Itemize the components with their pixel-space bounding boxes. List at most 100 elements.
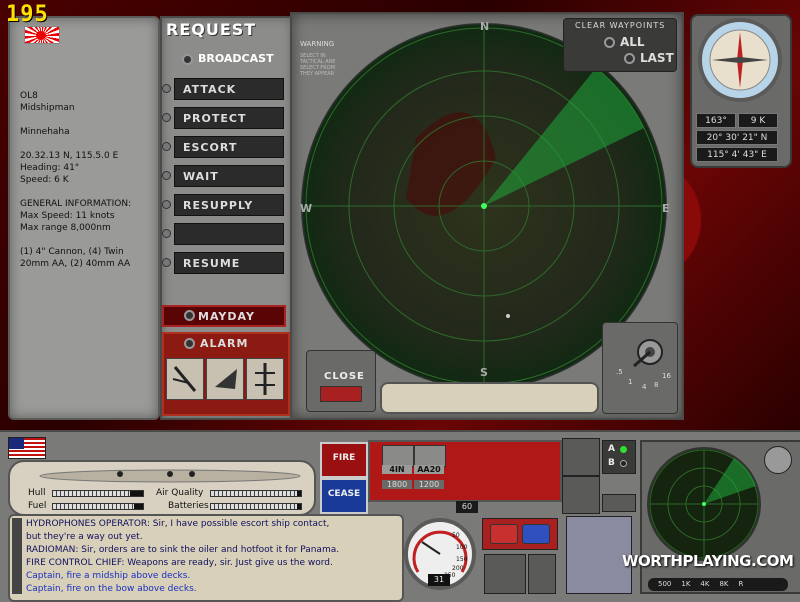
gauge-tick: 100 [456,544,468,551]
cease-fire-button[interactable]: CEASE [320,478,368,514]
air-quality-bar [210,490,302,497]
zoom-option[interactable]: R [739,578,744,591]
broadcast-label[interactable]: BROADCAST [198,52,274,65]
weapon-label: 4IN [382,465,412,474]
broadcast-radio-icon[interactable] [182,54,193,65]
log-line: but they're a way out yet. [26,532,143,542]
zoom-selector: 500 1K 4K 8K R [648,578,788,591]
screw-icon [162,113,171,122]
zoom-option[interactable]: 8K [719,578,728,591]
alarm-collision-icon[interactable] [246,358,284,400]
log-line: Captain, fire on the bow above decks. [26,584,197,594]
selector-a-indicator-icon [620,446,627,453]
aa20-gun-icon[interactable] [414,445,446,467]
fire-torpedo-forward-button[interactable] [490,524,518,544]
screw-icon [162,258,171,267]
request-title: REQUEST [166,20,257,39]
range-tick: .5 [616,368,623,376]
screw-icon [162,229,171,238]
clear-all-radio-icon[interactable] [604,37,615,48]
station-button[interactable] [562,438,600,476]
depth-arrows-button[interactable] [528,554,556,594]
cannon-4in-icon[interactable] [382,445,414,467]
compass-icon [698,18,782,102]
log-line: HYDROPHONES OPERATOR: Sir, I have possib… [26,519,330,529]
zoom-option[interactable]: 1K [681,578,690,591]
japan-flag-icon [24,26,60,44]
close-button[interactable] [320,386,362,402]
batteries-label: Batteries [168,501,209,511]
air-quality-label: Air Quality [156,488,204,498]
hull-label: Hull [28,488,46,498]
range-dial-icon[interactable] [604,326,674,410]
zoom-option[interactable]: 500 [658,578,671,591]
gauge-value: 31 [428,574,450,586]
range-tick: 4 [642,383,647,391]
log-scrollbar[interactable] [12,518,22,594]
clear-last-button[interactable]: LAST [640,51,674,65]
selector-a-label[interactable]: A [608,444,615,454]
alarm-general-quarters-icon[interactable] [166,358,204,400]
selector-b-indicator-icon [620,460,627,467]
alarm-label: ALARM [200,337,249,350]
attack-button[interactable]: ATTACK [174,78,284,100]
clear-waypoints-label: CLEAR WAYPOINTS [575,21,666,30]
screw-icon [162,200,171,209]
resupply-button[interactable]: RESUPPLY [174,194,284,216]
protect-button[interactable]: PROTECT [174,107,284,129]
alarm-dive-icon[interactable] [206,358,244,400]
station-button[interactable] [562,476,600,514]
ammo-counter: 60 [456,501,478,513]
longitude-readout: 115° 4' 43" E [696,147,778,162]
wait-button[interactable]: WAIT [174,165,284,187]
clear-last-radio-icon[interactable] [624,53,635,64]
screw-icon [162,171,171,180]
weapon-count: 1800 [382,480,412,489]
blank-button[interactable] [174,223,284,245]
mayday-button[interactable]: MAYDAY [162,305,286,327]
hull-bar [52,490,144,497]
resume-button[interactable]: RESUME [174,252,284,274]
log-line: Captain, fire a midship above decks. [26,571,191,581]
fuel-bar [52,503,144,510]
toggle-button[interactable] [602,494,636,512]
radar-west-label: W [300,202,313,215]
zoom-option[interactable]: 4K [700,578,709,591]
radar-message-bar [380,382,599,414]
clear-all-button[interactable]: ALL [620,35,645,49]
fire-button[interactable]: FIRE [320,442,368,478]
latitude-readout: 20° 30' 21" N [696,130,778,145]
gauge-tick: 200 [452,565,464,572]
selector-b-label[interactable]: B [608,458,615,468]
submarine-icon [39,469,301,483]
screw-icon [162,142,171,151]
speed-readout: 9 K [738,113,778,128]
ship-info-text: OL8 Midshipman Minnehaha 20.32.13 N, 115… [20,91,132,269]
periscope-button[interactable] [484,554,526,594]
escort-button[interactable]: ESCORT [174,136,284,158]
radar-south-label: S [480,366,488,379]
fps-counter: 195 [6,2,49,27]
radar-north-label: N [480,20,490,33]
mini-radar-knob-icon[interactable] [764,446,792,474]
alarm-radio-icon[interactable] [184,338,195,349]
fuel-label: Fuel [28,501,47,511]
log-line: RADIOMAN: Sir, orders are to sink the oi… [26,545,340,555]
gauge-tick: 150 [456,556,468,563]
watermark-text: WORTHPLAYING.COM [622,552,794,570]
range-tick: 1 [628,378,633,386]
weapon-count: 1200 [414,480,444,489]
close-label: CLOSE [324,371,365,382]
weapon-label: AA20 [414,465,444,474]
batteries-bar [210,503,302,510]
range-tick: 8 [654,381,659,389]
range-tick: 16 [662,372,671,380]
mayday-radio-icon[interactable] [184,310,195,321]
log-line: FIRE CONTROL CHIEF: Weapons are ready, s… [26,558,333,568]
heading-readout: 163° [696,113,736,128]
fire-torpedo-aft-button[interactable] [522,524,550,544]
gauge-tick: 50 [452,532,460,539]
us-flag-icon [8,437,46,459]
screw-icon [162,84,171,93]
radar-east-label: E [662,202,670,215]
